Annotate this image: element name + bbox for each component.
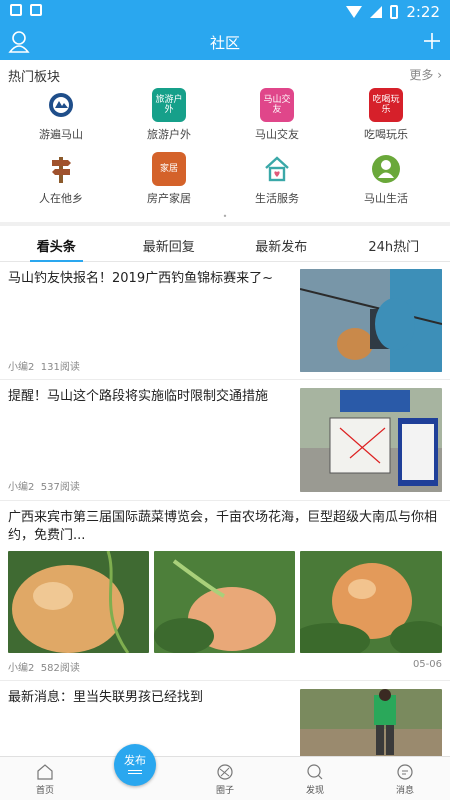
hot-section-header: 热门板块 更多 › [0,60,450,86]
post-meta: 小编2 582阅读 [8,663,80,674]
page-indicator: • [222,212,228,221]
post-date: 05-06 [412,659,442,670]
publish-lines-icon [128,770,142,771]
discover-icon [307,764,323,780]
plus-icon[interactable] [422,30,442,52]
post-thumbnail [300,269,442,372]
board-item[interactable]: 吃喝玩乐 吃喝玩乐 [330,86,442,148]
page-title: 社区 [209,34,240,52]
board-item[interactable]: 马山交友 马山交友 [221,86,333,148]
board-item[interactable]: 生活服务 [221,150,333,212]
outdoor-icon: 旅游户外 [152,88,186,122]
travel-seal-icon [44,88,78,122]
nav-discover[interactable]: 发现 [285,763,345,796]
status-bar: 2:22 [0,0,450,24]
status-time: 2:22 [406,3,440,21]
board-item[interactable]: 马山生活 [330,150,442,212]
signpost-icon [44,152,78,186]
post-thumbnail [300,689,442,756]
house-deco-icon: 家居 [152,152,186,186]
publish-button[interactable]: 发布 [114,744,156,786]
wifi-icon [346,6,363,18]
post-title: 提醒！马山这个路段将实施临时限制交通措施 [8,389,269,404]
signal-icon [370,6,383,18]
nav-home[interactable]: 首页 [15,763,75,796]
post-image [8,551,149,653]
board-item[interactable]: 人在他乡 [5,150,117,212]
battery-icon [390,5,399,19]
tab-headlines[interactable]: 看头条 [0,226,113,262]
post-title: 马山钓友快报名！2019广西钓鱼锦标赛来了~ [8,271,273,286]
feed-tabs: 看头条 最新回复 最新发布 24h热门 [0,226,450,262]
home-icon [37,764,53,780]
board-grid: 游遍马山 旅游户外 旅游户外 马山交友 马山交友 吃喝玩乐 吃喝玩乐 人在他乡 … [0,86,450,210]
post-title: 最新消息：里当失联男孩已经找到 [8,690,204,705]
notification-icon [10,4,22,16]
list-item[interactable]: 马山钓友快报名！2019广西钓鱼锦标赛来了~ 小编2 131阅读 [0,262,450,380]
list-item[interactable]: 最新消息：里当失联男孩已经找到 [0,681,450,756]
post-thumbnail [300,388,442,492]
board-item[interactable]: 家居 房产家居 [113,150,225,212]
life-icon [369,152,403,186]
post-meta: 小编2 131阅读 [8,362,80,373]
post-image [154,551,295,653]
food-fun-icon: 吃喝玩乐 [369,88,403,122]
circle-icon [217,764,233,780]
home-service-icon [260,152,294,186]
tab-latest-replies[interactable]: 最新回复 [113,226,226,261]
nav-messages[interactable]: 消息 [375,763,435,796]
friends-icon: 马山交友 [260,88,294,122]
post-image [300,551,442,653]
feed-list: 马山钓友快报名！2019广西钓鱼锦标赛来了~ 小编2 131阅读 提醒！马山这个… [0,262,450,756]
tab-latest-posts[interactable]: 最新发布 [225,226,338,261]
post-meta: 小编2 537阅读 [8,482,80,493]
list-item[interactable]: 广西来宾市第三届国际蔬菜博览会，千亩农场花海，巨型超级大南瓜与你相约，免费门..… [0,501,450,681]
bottom-nav: 首页 圈子 发现 消息 [0,756,450,800]
title-bar: 社区 [0,24,450,60]
nav-circle[interactable]: 圈子 [195,763,255,796]
hot-section-title: 热门板块 [8,70,61,85]
message-icon [397,764,413,780]
post-title: 广西来宾市第三届国际蔬菜博览会，千亩农场花海，巨型超级大南瓜与你相约，免费门..… [8,510,438,543]
board-item[interactable]: 旅游户外 旅游户外 [113,86,225,148]
more-link[interactable]: 更多 › [409,66,442,83]
app-notification-icon [30,4,42,16]
list-item[interactable]: 提醒！马山这个路段将实施临时限制交通措施 小编2 537阅读 [0,380,450,501]
tab-24h-hot[interactable]: 24h热门 [338,226,450,261]
board-item[interactable]: 游遍马山 [5,86,117,148]
